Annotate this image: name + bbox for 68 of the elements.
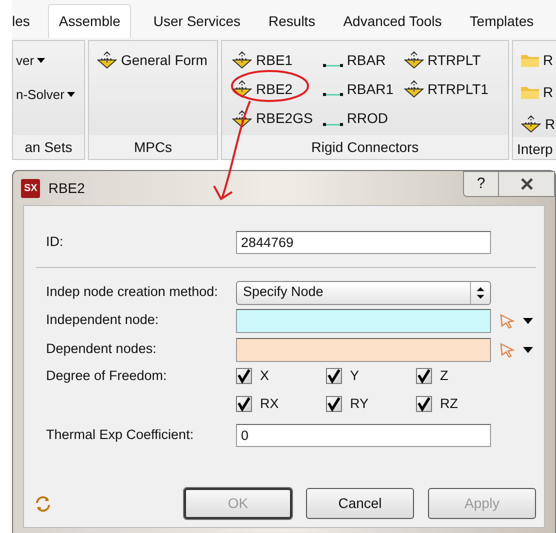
close-button[interactable]	[499, 171, 555, 197]
folder-icon	[521, 85, 539, 99]
dof-label: Degree of Freedom:	[46, 367, 168, 385]
connector-icon	[232, 110, 252, 128]
group-label: Rigid Connectors	[222, 135, 508, 159]
id-field[interactable]: 2844769	[236, 230, 491, 254]
dialog-button[interactable]: Cancel	[306, 488, 414, 519]
ribbon-button[interactable]: RBE2	[232, 76, 313, 102]
connector-icon	[404, 51, 424, 69]
method-label: Indep node creation method:	[46, 283, 219, 302]
ribbon-button[interactable]: RROD	[322, 106, 394, 132]
connector-icon	[232, 80, 252, 98]
dof-option-label: Y	[350, 367, 360, 385]
ribbon-button[interactable]: RTRPLT	[404, 47, 488, 73]
help-button[interactable]: ?	[463, 171, 499, 197]
caret-icon[interactable]	[523, 318, 533, 324]
ribbon-button[interactable]: General Form	[97, 47, 209, 73]
select-value: Specify Node	[243, 283, 324, 302]
method-select[interactable]: Specify Node	[236, 280, 491, 304]
node-field[interactable]	[236, 338, 491, 362]
thermal-field[interactable]: 0	[236, 424, 491, 447]
id-label: ID:	[46, 232, 64, 251]
group-label: MPCs	[89, 135, 217, 159]
node-label: Dependent nodes:	[46, 340, 158, 358]
ribbon-button[interactable]: RBE2GS	[232, 106, 313, 132]
ribbon-tab[interactable]: User Services	[143, 4, 251, 38]
thermal-label: Thermal Exp Coefficient:	[46, 426, 195, 444]
connector-icon	[404, 80, 424, 98]
group-label: an Sets	[13, 135, 84, 159]
ribbon-button[interactable]: RBAR	[322, 47, 394, 73]
dof-checkbox[interactable]	[416, 396, 432, 412]
refresh-icon[interactable]	[34, 494, 52, 512]
ribbon-button[interactable]: RTRPLT1	[404, 76, 488, 102]
ribbon-button[interactable]: R	[521, 111, 556, 137]
ribbon-tab[interactable]: les	[12, 4, 40, 38]
ribbon-tab[interactable]: Assemble	[48, 4, 132, 38]
folder-icon	[521, 53, 539, 67]
caret-icon	[67, 92, 76, 97]
ribbon-dropdown[interactable]: ver	[16, 47, 81, 74]
node-field[interactable]	[236, 308, 491, 332]
connector-icon	[97, 51, 117, 69]
ribbon-tab[interactable]: Advanced Tools	[333, 4, 452, 38]
caret-icon[interactable]	[523, 346, 533, 352]
ribbon-button[interactable]: R	[521, 79, 556, 105]
caret-icon	[37, 58, 46, 64]
group-label: Interp	[513, 137, 556, 159]
dof-option-label: RZ	[440, 395, 458, 414]
close-icon	[520, 178, 534, 190]
connector-icon	[232, 51, 252, 69]
ribbon-tab[interactable]: Results	[258, 4, 326, 38]
app-badge: SX	[21, 178, 40, 198]
dof-option-label: Z	[440, 367, 448, 385]
ribbon-button[interactable]: R	[521, 47, 556, 73]
dialog-title: RBE2	[48, 178, 85, 198]
dof-checkbox[interactable]	[326, 396, 342, 412]
connector-icon	[521, 115, 541, 133]
dof-option-label: RY	[350, 395, 369, 414]
dof-option-label: X	[260, 367, 270, 385]
ribbon-tab[interactable]: Templates	[460, 4, 544, 38]
dof-checkbox[interactable]	[416, 368, 432, 384]
dof-checkbox[interactable]	[236, 368, 252, 384]
node-label: Independent node:	[46, 311, 160, 330]
dof-checkbox[interactable]	[236, 396, 252, 412]
dof-checkbox[interactable]	[326, 368, 342, 384]
ribbon-dropdown[interactable]: n-Solver	[16, 80, 81, 108]
ribbon-button[interactable]: RBE1	[232, 47, 313, 73]
ribbon-button[interactable]: RBAR1	[322, 76, 394, 102]
dof-option-label: RX	[260, 395, 279, 414]
